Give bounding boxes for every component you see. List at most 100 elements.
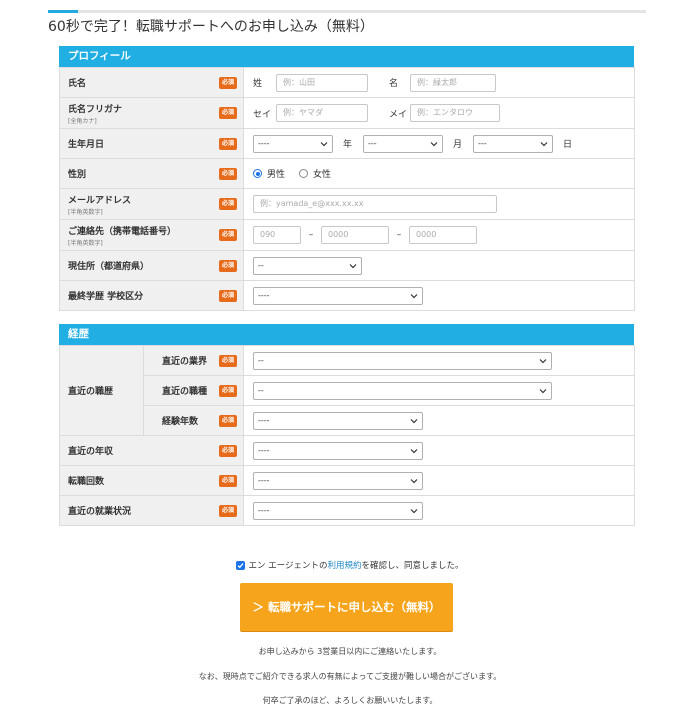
page-title: 60秒で完了！転職サポートへのお申し込み（無料） — [48, 19, 374, 35]
row-name: 氏名 必須 姓 例：山田 名 例：緑太郎 — [59, 67, 635, 98]
residence-label-text: 現住所（都道府県） — [68, 262, 150, 272]
years-label: 経験年数 必須 — [143, 405, 244, 436]
row-kana: 氏名フリガナ [全角カナ] 必須 セイ 例：ヤマダ メイ 例：エンタロウ — [59, 97, 635, 129]
education-value: ---- — [258, 290, 270, 300]
phone-input-1[interactable]: 090 — [253, 226, 301, 244]
chevron-down-icon — [320, 140, 328, 148]
row-employment-status: 直近の就業状況 必須 ---- — [59, 495, 635, 526]
day-unit: 日 — [563, 140, 573, 150]
row-gender: 性別 必須 男性 女性 — [59, 158, 635, 189]
required-badge: 必須 — [219, 137, 237, 150]
birth-month-value: --- — [368, 138, 377, 148]
gender-male-radio[interactable] — [253, 169, 262, 178]
email-label-sub: [半角英数字] — [68, 208, 103, 216]
note-availability: なお、現時点でご紹介できる求人の有無によってご支援が難しい場合がございます。 — [198, 672, 502, 681]
phone-input-2[interactable]: 0000 — [321, 226, 389, 244]
phone-separator: – — [308, 230, 314, 240]
occupation-select[interactable]: -- — [253, 381, 552, 400]
chevron-down-icon — [410, 507, 418, 515]
agreement-checkbox[interactable] — [236, 561, 246, 570]
kana-last-input[interactable]: 例：ヤマダ — [276, 104, 368, 122]
gender-label-text: 性別 — [68, 170, 87, 180]
chevron-down-icon — [539, 357, 547, 365]
birth-day-value: --- — [478, 138, 487, 148]
industry-select[interactable]: -- — [253, 351, 552, 370]
last-name-input[interactable]: 例：山田 — [276, 73, 368, 92]
chevron-down-icon — [540, 140, 548, 148]
row-phone: ご連絡先（携帯電話番号） [半角英数字] 必須 090 – 0000 – 0000 — [59, 219, 635, 251]
top-divider-accent — [48, 10, 78, 13]
career-section-header: 経歴 — [59, 324, 634, 345]
first-name-input[interactable]: 例：緑太郎 — [410, 73, 496, 92]
gender-male-label[interactable]: 男性 — [267, 167, 285, 180]
chevron-down-icon — [410, 417, 418, 425]
gender-female-label[interactable]: 女性 — [313, 167, 331, 180]
note-thanks: 何卒ご了承のほど、よろしくお願いいたします。 — [262, 696, 438, 705]
kana-last-label: セイ — [253, 109, 272, 120]
birth-year-value: ---- — [258, 138, 270, 148]
profile-section: プロフィール 氏名 必須 姓 例：山田 名 例：緑太郎 氏名フリガナ [全角カナ] 必… — [59, 46, 635, 311]
required-badge: 必須 — [219, 289, 237, 302]
income-label-text: 直近の年収 — [68, 447, 114, 457]
industry-label-text: 直近の業界 — [162, 357, 208, 367]
email-label: メールアドレス [半角英数字] 必須 — [59, 188, 244, 220]
row-income: 直近の年収 必須 ---- — [59, 435, 635, 466]
gender-female-radio[interactable] — [299, 169, 309, 178]
profile-table: 氏名 必須 姓 例：山田 名 例：緑太郎 氏名フリガナ [全角カナ] 必須 セイ 例：… — [59, 67, 635, 311]
required-badge: 必須 — [219, 414, 237, 427]
birth-day-select[interactable]: --- — [473, 134, 553, 153]
row-job-changes: 転職回数 必須 ---- — [59, 465, 635, 496]
row-experience-years: 経験年数 必須 ---- — [60, 405, 635, 436]
email-input[interactable]: 例：yamada_e@xxx.xx.xx — [253, 195, 497, 213]
job-changes-select[interactable]: ---- — [253, 471, 423, 490]
education-label-text: 最終学歴 学校区分 — [68, 292, 144, 302]
required-badge: 必須 — [219, 167, 237, 180]
phone-label-sub: [半角英数字] — [68, 239, 103, 247]
last-name-label: 姓 — [253, 79, 263, 89]
residence-select[interactable]: -- — [253, 256, 362, 275]
required-badge: 必須 — [219, 474, 237, 487]
phone-input-3[interactable]: 0000 — [409, 226, 477, 244]
birth-year-select[interactable]: ---- — [253, 134, 333, 153]
row-birth: 生年月日 必須 ---- 年 --- 月 --- 日 — [59, 128, 635, 159]
required-badge: 必須 — [219, 504, 237, 517]
years-select[interactable]: ---- — [253, 411, 423, 430]
chevron-down-icon — [539, 387, 547, 395]
required-badge: 必須 — [219, 76, 237, 89]
career-section: 経歴 直近の職歴 直近の業界 必須 -- 直近の職種 必須 -- 経験年数 必須 --… — [59, 324, 635, 526]
chevron-down-icon — [349, 262, 357, 270]
row-email: メールアドレス [半角英数字] 必須 例：yamada_e@xxx.xx.xx — [59, 188, 635, 220]
job-changes-label-text: 転職回数 — [68, 477, 105, 487]
education-select[interactable]: ---- — [253, 286, 423, 305]
month-unit: 月 — [453, 140, 463, 150]
industry-label: 直近の業界 必須 — [143, 345, 244, 376]
income-value: ---- — [258, 445, 270, 455]
employment-status-value: ---- — [258, 505, 270, 515]
education-label: 最終学歴 学校区分 必須 — [59, 280, 244, 311]
birth-label: 生年月日 必須 — [59, 128, 244, 159]
birth-month-select[interactable]: --- — [363, 134, 443, 153]
required-badge: 必須 — [219, 107, 237, 119]
employment-status-select[interactable]: ---- — [253, 501, 423, 520]
row-recent-occupation: 直近の職種 必須 -- — [60, 375, 635, 406]
kana-label-sub: [全角カナ] — [68, 117, 97, 125]
employment-status-label-text: 直近の就業状況 — [68, 507, 132, 517]
income-select[interactable]: ---- — [253, 441, 423, 460]
phone-label: ご連絡先（携帯電話番号） [半角英数字] 必須 — [59, 219, 244, 251]
required-badge: 必須 — [219, 229, 237, 241]
employment-status-label: 直近の就業状況 必須 — [59, 495, 244, 526]
occupation-value: -- — [258, 385, 264, 395]
required-badge: 必須 — [219, 354, 237, 367]
kana-label-text: 氏名フリガナ — [68, 104, 123, 115]
chevron-down-icon — [430, 140, 438, 148]
residence-value: -- — [258, 260, 264, 270]
required-badge: 必須 — [219, 384, 237, 397]
submit-button[interactable]: ＞ 転職サポートに申し込む（無料） — [240, 583, 453, 631]
industry-value: -- — [258, 355, 264, 365]
phone-separator: – — [396, 230, 402, 240]
agreement-text-after: を確認し、同意しました。 — [361, 561, 464, 571]
terms-link[interactable]: 利用規約 — [328, 561, 362, 571]
profile-section-header: プロフィール — [59, 46, 634, 67]
kana-first-input[interactable]: 例：エンタロウ — [410, 104, 500, 122]
required-badge: 必須 — [219, 444, 237, 457]
